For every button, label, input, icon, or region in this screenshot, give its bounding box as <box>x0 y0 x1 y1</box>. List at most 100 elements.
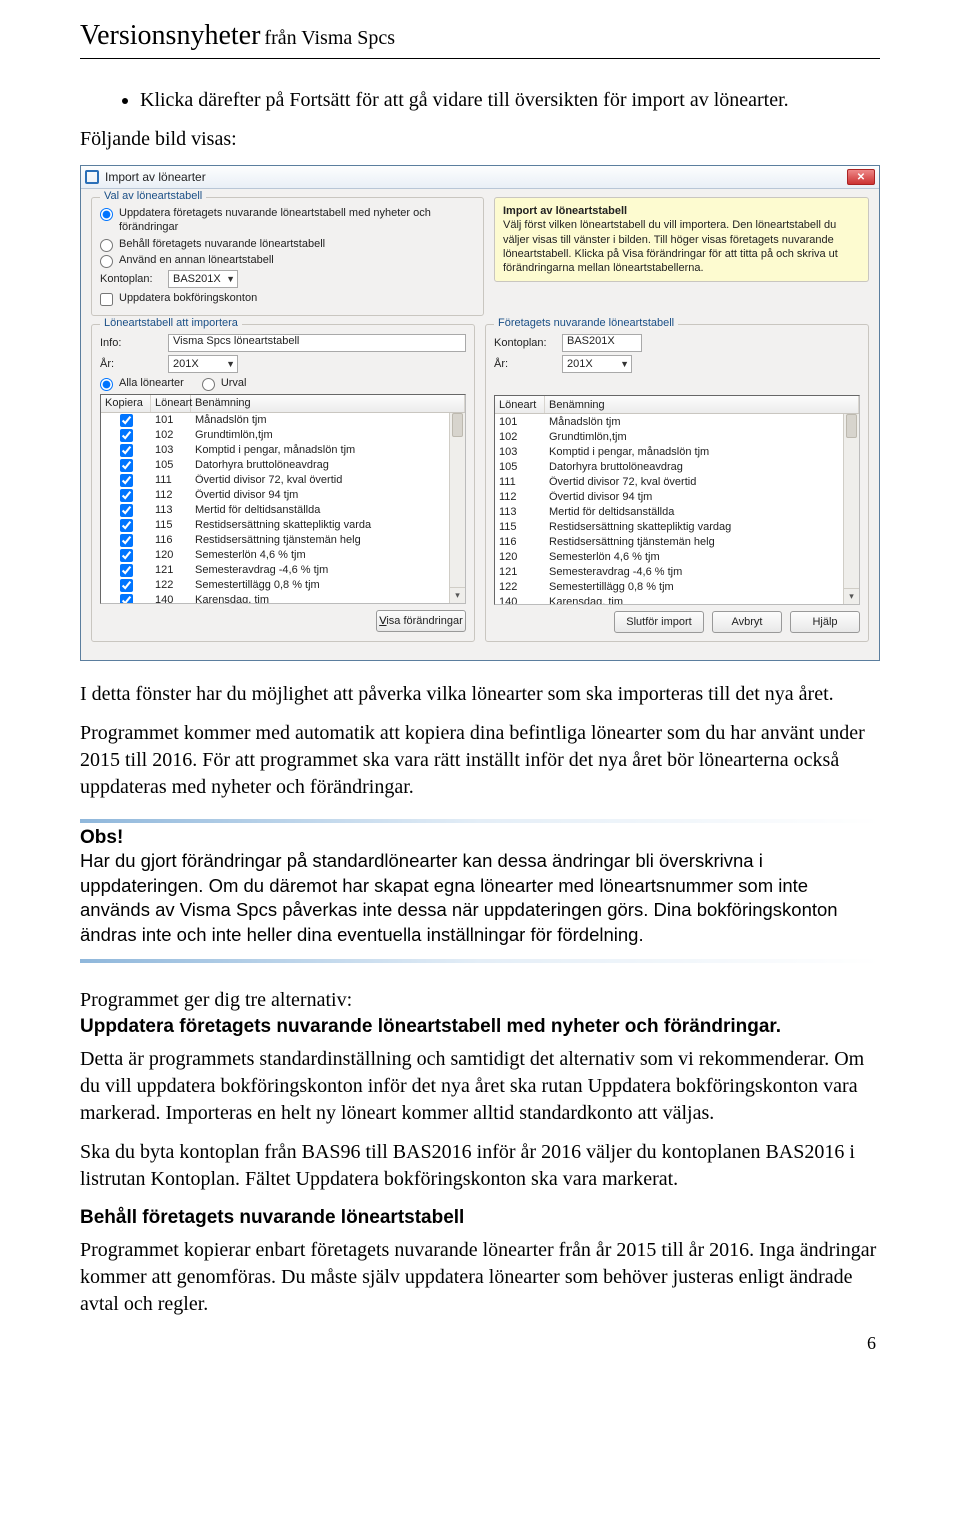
combo-value: 201X <box>567 358 593 370</box>
scrollbar[interactable]: ▾ <box>449 413 465 603</box>
scrollbar[interactable]: ▾ <box>843 414 859 604</box>
cell-loneart: 115 <box>151 519 191 531</box>
col-benamning[interactable]: Benämning <box>191 395 465 412</box>
cell-loneart: 102 <box>151 429 191 441</box>
table-left[interactable]: Kopiera Löneart Benämning 101Månadslön t… <box>100 394 466 604</box>
close-icon[interactable]: ✕ <box>847 169 875 185</box>
radio-urval[interactable]: Urval <box>202 376 264 390</box>
col-kopiera[interactable]: Kopiera <box>101 395 151 412</box>
cell-loneart: 111 <box>151 474 191 486</box>
cell-benamning: Restidsersättning tjänstemän helg <box>545 536 859 548</box>
info-body: Välj först vilken löneartstabell du vill… <box>503 219 838 274</box>
table-row[interactable]: 122Semestertillägg 0,8 % tjm <box>101 578 465 593</box>
cell-benamning: Restidsersättning skattepliktig varda <box>191 519 465 531</box>
table-row[interactable]: 103Komptid i pengar, månadslön tjm <box>495 444 859 459</box>
visa-forandringar-button[interactable]: VVisa förändringar <box>376 610 466 632</box>
slutfor-import-button[interactable]: Slutför import <box>614 611 704 633</box>
table-row[interactable]: 103Komptid i pengar, månadslön tjm <box>101 443 465 458</box>
table-row[interactable]: 140Karensdag, tjm <box>101 593 465 604</box>
cell-loneart: 121 <box>151 564 191 576</box>
group-foretagets-nuvarande: Företagets nuvarande löneartstabell Kont… <box>485 324 869 642</box>
cell-benamning: Datorhyra bruttolöneavdrag <box>545 461 859 473</box>
cell-benamning: Grundtimlön,tjm <box>191 429 465 441</box>
dialog-import-lonearter: Import av lönearter ✕ Val av löneartstab… <box>80 165 880 661</box>
table-row[interactable]: 102Grundtimlön,tjm <box>495 429 859 444</box>
radio-option-update[interactable]: Uppdatera företagets nuvarande löneartst… <box>100 206 475 235</box>
table-row[interactable]: 102Grundtimlön,tjm <box>101 428 465 443</box>
kontoplan-combo[interactable]: BAS201X ▼ <box>168 270 238 288</box>
table-row[interactable]: 101Månadslön tjm <box>101 413 465 428</box>
checkbox-uppdatera-bokforing[interactable]: Uppdatera bokföringskonton <box>100 291 475 305</box>
radio-input[interactable] <box>100 378 113 391</box>
page-subtitle: från Visma Spcs <box>264 27 395 49</box>
col-loneart[interactable]: Löneart <box>151 395 191 412</box>
ar-combo[interactable]: 201X ▼ <box>168 355 238 373</box>
cell-loneart: 120 <box>495 551 545 563</box>
chevron-down-icon[interactable]: ▾ <box>450 587 465 603</box>
cell-loneart: 122 <box>495 581 545 593</box>
col-loneart[interactable]: Löneart <box>495 396 545 413</box>
page-header: Versionsnyheter från Visma Spcs <box>80 20 880 52</box>
cell-loneart: 116 <box>151 534 191 546</box>
table-row[interactable]: 112Övertid divisor 94 tjm <box>101 488 465 503</box>
cell-loneart: 103 <box>495 446 545 458</box>
radio-input[interactable] <box>100 239 113 252</box>
table-row[interactable]: 116Restidsersättning tjänstemän helg <box>101 533 465 548</box>
radio-option-other[interactable]: Använd en annan löneartstabell <box>100 253 475 267</box>
cell-loneart: 113 <box>495 506 545 518</box>
ar-combo[interactable]: 201X ▼ <box>562 355 632 373</box>
cell-loneart: 103 <box>151 444 191 456</box>
info-input[interactable]: Visma Spcs löneartstabell <box>168 334 466 352</box>
radio-option-keep[interactable]: Behåll företagets nuvarande löneartstabe… <box>100 237 475 251</box>
table-row[interactable]: 115Restidsersättning skattepliktig varda <box>101 518 465 533</box>
table-row[interactable]: 121Semesteravdrag -4,6 % tjm <box>101 563 465 578</box>
table-row[interactable]: 105Datorhyra bruttolöneavdrag <box>495 459 859 474</box>
col-benamning[interactable]: Benämning <box>545 396 859 413</box>
radio-input[interactable] <box>100 208 113 221</box>
radio-alla-lonearter[interactable]: Alla lönearter <box>100 376 184 390</box>
page-number: 6 <box>867 1333 876 1354</box>
cell-benamning: Övertid divisor 94 tjm <box>191 489 465 501</box>
kontoplan-input[interactable]: BAS201X <box>562 334 642 352</box>
cell-loneart: 111 <box>495 476 545 488</box>
page-title: Versionsnyheter <box>80 20 260 51</box>
table-row[interactable]: 112Övertid divisor 94 tjm <box>495 489 859 504</box>
cell-loneart: 101 <box>151 414 191 426</box>
radio-input[interactable] <box>100 255 113 268</box>
radio-input[interactable] <box>202 378 215 391</box>
table-row[interactable]: 113Mertid för deltidsanställda <box>495 504 859 519</box>
table-row[interactable]: 140Karensdag, tjm <box>495 594 859 605</box>
table-row[interactable]: 116Restidsersättning tjänstemän helg <box>495 534 859 549</box>
table-row[interactable]: 115Restidsersättning skattepliktig varda… <box>495 519 859 534</box>
kontoplan-label: Kontoplan: <box>494 337 556 349</box>
table-row[interactable]: 122Semestertillägg 0,8 % tjm <box>495 579 859 594</box>
ar-label: År: <box>494 358 556 370</box>
cell-benamning: Semesteravdrag -4,6 % tjm <box>545 566 859 578</box>
table-row[interactable]: 120Semesterlön 4,6 % tjm <box>495 549 859 564</box>
scrollbar-thumb[interactable] <box>846 414 857 438</box>
cell-loneart: 140 <box>495 596 545 606</box>
avbryt-button[interactable]: Avbryt <box>712 611 782 633</box>
cell-benamning: Övertid divisor 72, kval övertid <box>545 476 859 488</box>
checkbox-input[interactable] <box>120 594 133 604</box>
cell-benamning: Övertid divisor 72, kval övertid <box>191 474 465 486</box>
table-row[interactable]: 101Månadslön tjm <box>495 414 859 429</box>
info-title: Import av löneartstabell <box>503 205 627 217</box>
checkbox-input[interactable] <box>100 293 113 306</box>
dialog-title: Import av lönearter <box>105 170 841 184</box>
hjalp-button[interactable]: Hjälp <box>790 611 860 633</box>
table-row[interactable]: 113Mertid för deltidsanställda <box>101 503 465 518</box>
table-right[interactable]: Löneart Benämning 101Månadslön tjm102Gru… <box>494 395 860 605</box>
cell-kopiera[interactable] <box>101 591 151 604</box>
table-row[interactable]: 105Datorhyra bruttolöneavdrag <box>101 458 465 473</box>
cell-loneart: 102 <box>495 431 545 443</box>
scrollbar-thumb[interactable] <box>452 413 463 437</box>
table-row[interactable]: 111Övertid divisor 72, kval övertid <box>101 473 465 488</box>
table-row[interactable]: 121Semesteravdrag -4,6 % tjm <box>495 564 859 579</box>
dialog-titlebar: Import av lönearter ✕ <box>81 166 879 189</box>
table-row[interactable]: 120Semesterlön 4,6 % tjm <box>101 548 465 563</box>
cell-benamning: Restidsersättning tjänstemän helg <box>191 534 465 546</box>
chevron-down-icon[interactable]: ▾ <box>844 588 859 604</box>
combo-value: BAS201X <box>173 273 221 285</box>
table-row[interactable]: 111Övertid divisor 72, kval övertid <box>495 474 859 489</box>
